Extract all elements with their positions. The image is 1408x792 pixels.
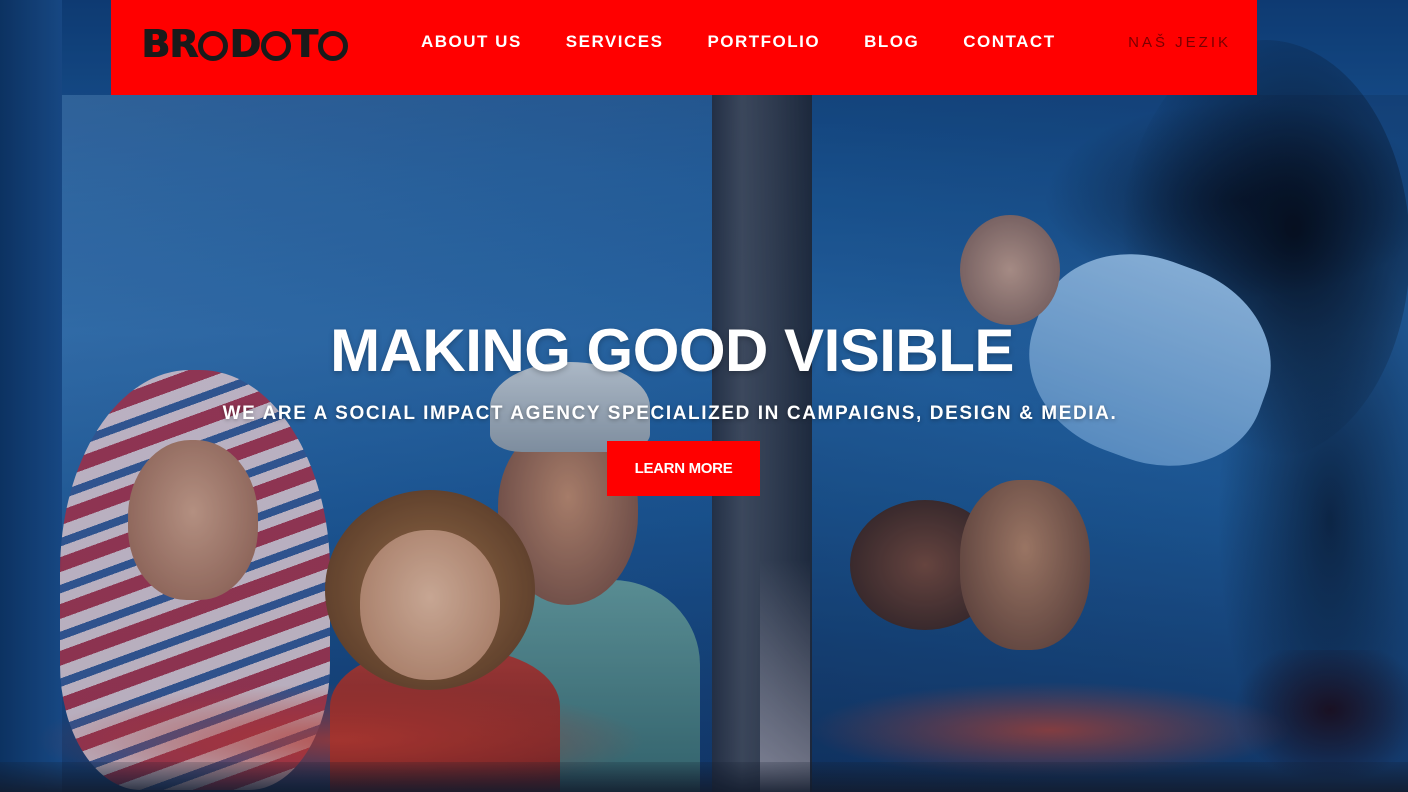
nav-about-us[interactable]: ABOUT US — [421, 32, 522, 52]
nav-blog[interactable]: BLOG — [864, 32, 919, 52]
nav-portfolio[interactable]: PORTFOLIO — [707, 32, 820, 52]
learn-more-button[interactable]: LEARN MORE — [607, 441, 760, 496]
main-navigation: ABOUT US SERVICES PORTFOLIO BLOG CONTACT — [421, 0, 1100, 84]
logo-wordmark: BR D T — [141, 22, 349, 66]
nav-services[interactable]: SERVICES — [566, 32, 664, 52]
nav-contact[interactable]: CONTACT — [963, 32, 1055, 52]
hero-tint-overlay — [0, 0, 1408, 792]
top-navbar: BR D T ABOUT US SERVICES PORTFOLIO BLOG CO… — [111, 0, 1257, 95]
hero-subheadline: WE ARE A SOCIAL IMPACT AGENCY SPECIALIZE… — [222, 403, 1118, 424]
hero-headline: MAKING GOOD VISIBLE — [330, 317, 1014, 385]
hero-background-image — [0, 0, 1408, 792]
brand-logo[interactable]: BR D T — [141, 22, 349, 66]
language-switch-link[interactable]: NAŠ JEZIK — [1128, 0, 1231, 84]
